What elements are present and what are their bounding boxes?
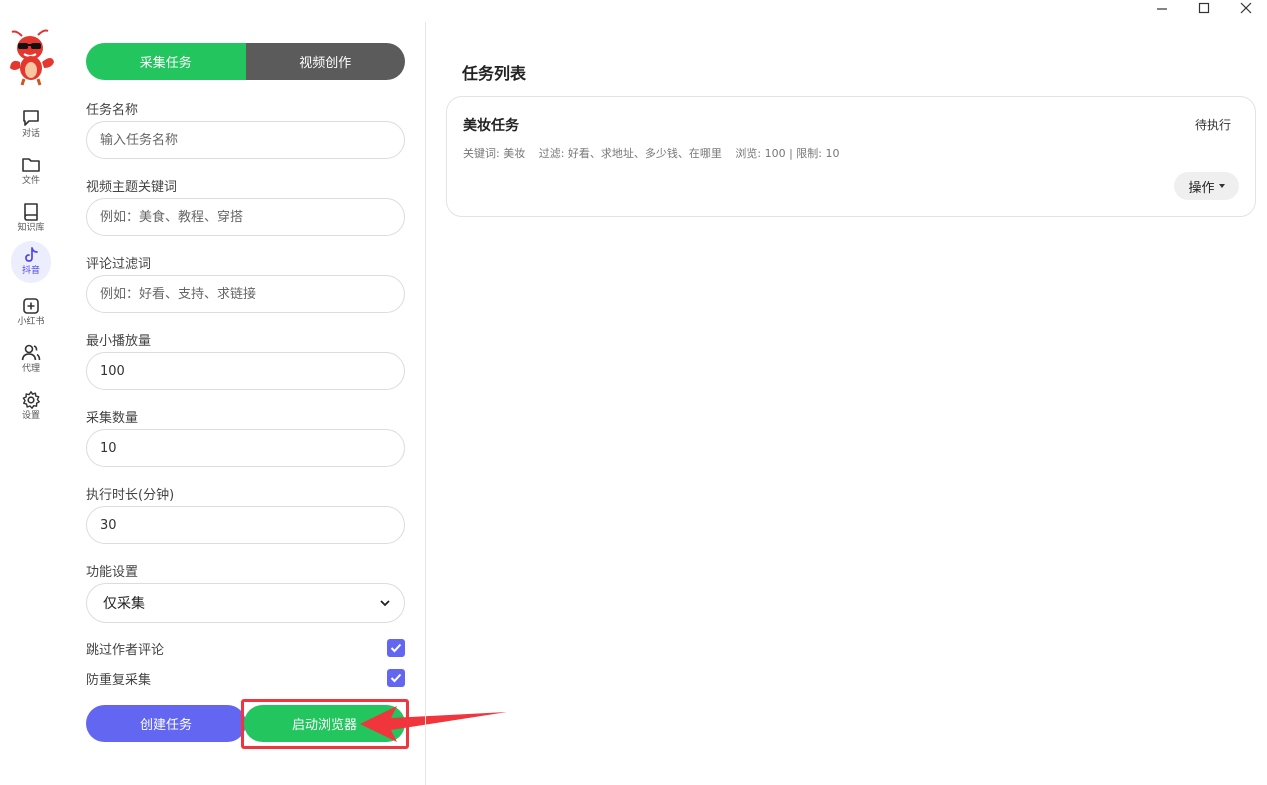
task-filter: 过滤: 好看、求地址、多少钱、在哪里	[538, 147, 722, 160]
duration-input[interactable]	[86, 506, 405, 544]
sidebar-item-label: 知识库	[17, 223, 45, 233]
dedupe-row: 防重复采集	[86, 668, 406, 688]
tab-video-creation[interactable]: 视频创作	[245, 43, 405, 80]
caret-down-icon	[1218, 184, 1225, 188]
comment-filter-input[interactable]	[86, 275, 405, 313]
keywords-label: 视频主题关键词	[86, 180, 178, 195]
function-settings-label: 功能设置	[86, 565, 139, 580]
plus-square-icon	[23, 298, 39, 314]
task-name-input[interactable]	[86, 121, 405, 159]
mode-tabs: 采集任务 视频创作	[86, 43, 405, 80]
task-card: 美妆任务 待执行 关键词: 美妆 过滤: 好看、求地址、多少钱、在哪里 浏览: …	[446, 96, 1256, 217]
create-task-button[interactable]: 创建任务	[86, 705, 246, 742]
launch-browser-button[interactable]: 启动浏览器	[244, 705, 405, 742]
window-controls	[1141, 0, 1267, 16]
users-icon	[21, 344, 41, 361]
min-plays-input[interactable]	[86, 352, 405, 390]
icon-sidebar: 对话 文件 知识库 抖音 小红书 代理 设置	[0, 0, 62, 785]
minimize-icon	[1157, 8, 1167, 10]
app-logo	[10, 29, 54, 86]
app-window: 对话 文件 知识库 抖音 小红书 代理 设置 采集任务 视频创作 任务名称 输入…	[0, 0, 1267, 785]
skip-author-checkbox[interactable]	[387, 639, 405, 657]
skip-author-row: 跳过作者评论	[86, 638, 406, 658]
check-icon	[390, 643, 402, 653]
tab-collect-task[interactable]: 采集任务	[86, 43, 246, 80]
task-status: 待执行	[1194, 118, 1231, 132]
task-meta: 关键词: 美妆 过滤: 好看、求地址、多少钱、在哪里 浏览: 100 | 限制:…	[463, 145, 850, 161]
chevron-down-icon	[380, 600, 390, 607]
task-list-title: 任务列表	[462, 64, 527, 83]
sidebar-item-xiaohongshu[interactable]: 小红书	[11, 292, 51, 336]
sidebar-item-label: 文件	[21, 176, 40, 186]
maximize-button[interactable]	[1183, 0, 1225, 16]
collect-count-input[interactable]	[86, 429, 405, 467]
task-name-label: 任务名称	[86, 103, 139, 118]
keywords-input[interactable]	[86, 198, 405, 236]
close-button[interactable]	[1225, 0, 1267, 16]
folder-icon	[22, 158, 40, 172]
task-keyword: 关键词: 美妆	[463, 147, 526, 160]
task-stats: 浏览: 100 | 限制: 10	[735, 147, 840, 160]
task-form-panel: 采集任务 视频创作 任务名称 视频主题关键词 评论过滤词 最小播放量 采集数量 …	[86, 0, 406, 785]
skip-author-label: 跳过作者评论	[86, 642, 165, 658]
maximize-icon	[1198, 2, 1210, 14]
min-plays-label: 最小播放量	[86, 334, 152, 349]
sidebar-item-label: 对话	[21, 129, 40, 139]
sidebar-item-files[interactable]: 文件	[11, 151, 51, 195]
chat-icon	[23, 110, 39, 126]
task-actions-label: 操作	[1188, 180, 1215, 196]
minimize-button[interactable]	[1141, 0, 1183, 16]
book-icon	[24, 203, 38, 221]
dedupe-checkbox[interactable]	[387, 669, 405, 687]
sidebar-item-label: 代理	[21, 364, 40, 374]
check-icon	[390, 673, 402, 683]
sidebar-item-label: 小红书	[17, 317, 45, 327]
task-actions-button[interactable]: 操作	[1174, 172, 1239, 200]
sidebar-item-douyin[interactable]: 抖音	[11, 241, 51, 283]
sidebar-item-settings[interactable]: 设置	[11, 386, 51, 430]
duration-label: 执行时长(分钟)	[86, 488, 175, 503]
tiktok-icon	[25, 247, 38, 262]
task-name: 美妆任务	[463, 118, 519, 134]
panel-divider	[425, 22, 426, 785]
sidebar-item-chat[interactable]: 对话	[11, 104, 51, 148]
function-select[interactable]: 仅采集	[86, 583, 405, 623]
dedupe-label: 防重复采集	[86, 672, 152, 688]
close-icon	[1240, 2, 1252, 14]
function-select-value: 仅采集	[103, 596, 145, 612]
sidebar-item-agent[interactable]: 代理	[11, 339, 51, 383]
sidebar-item-label: 设置	[21, 411, 40, 421]
collect-count-label: 采集数量	[86, 411, 139, 426]
sidebar-item-label: 抖音	[21, 266, 40, 276]
sidebar-item-knowledge[interactable]: 知识库	[11, 198, 51, 242]
gear-icon	[22, 391, 40, 409]
comment-filter-label: 评论过滤词	[86, 257, 152, 272]
